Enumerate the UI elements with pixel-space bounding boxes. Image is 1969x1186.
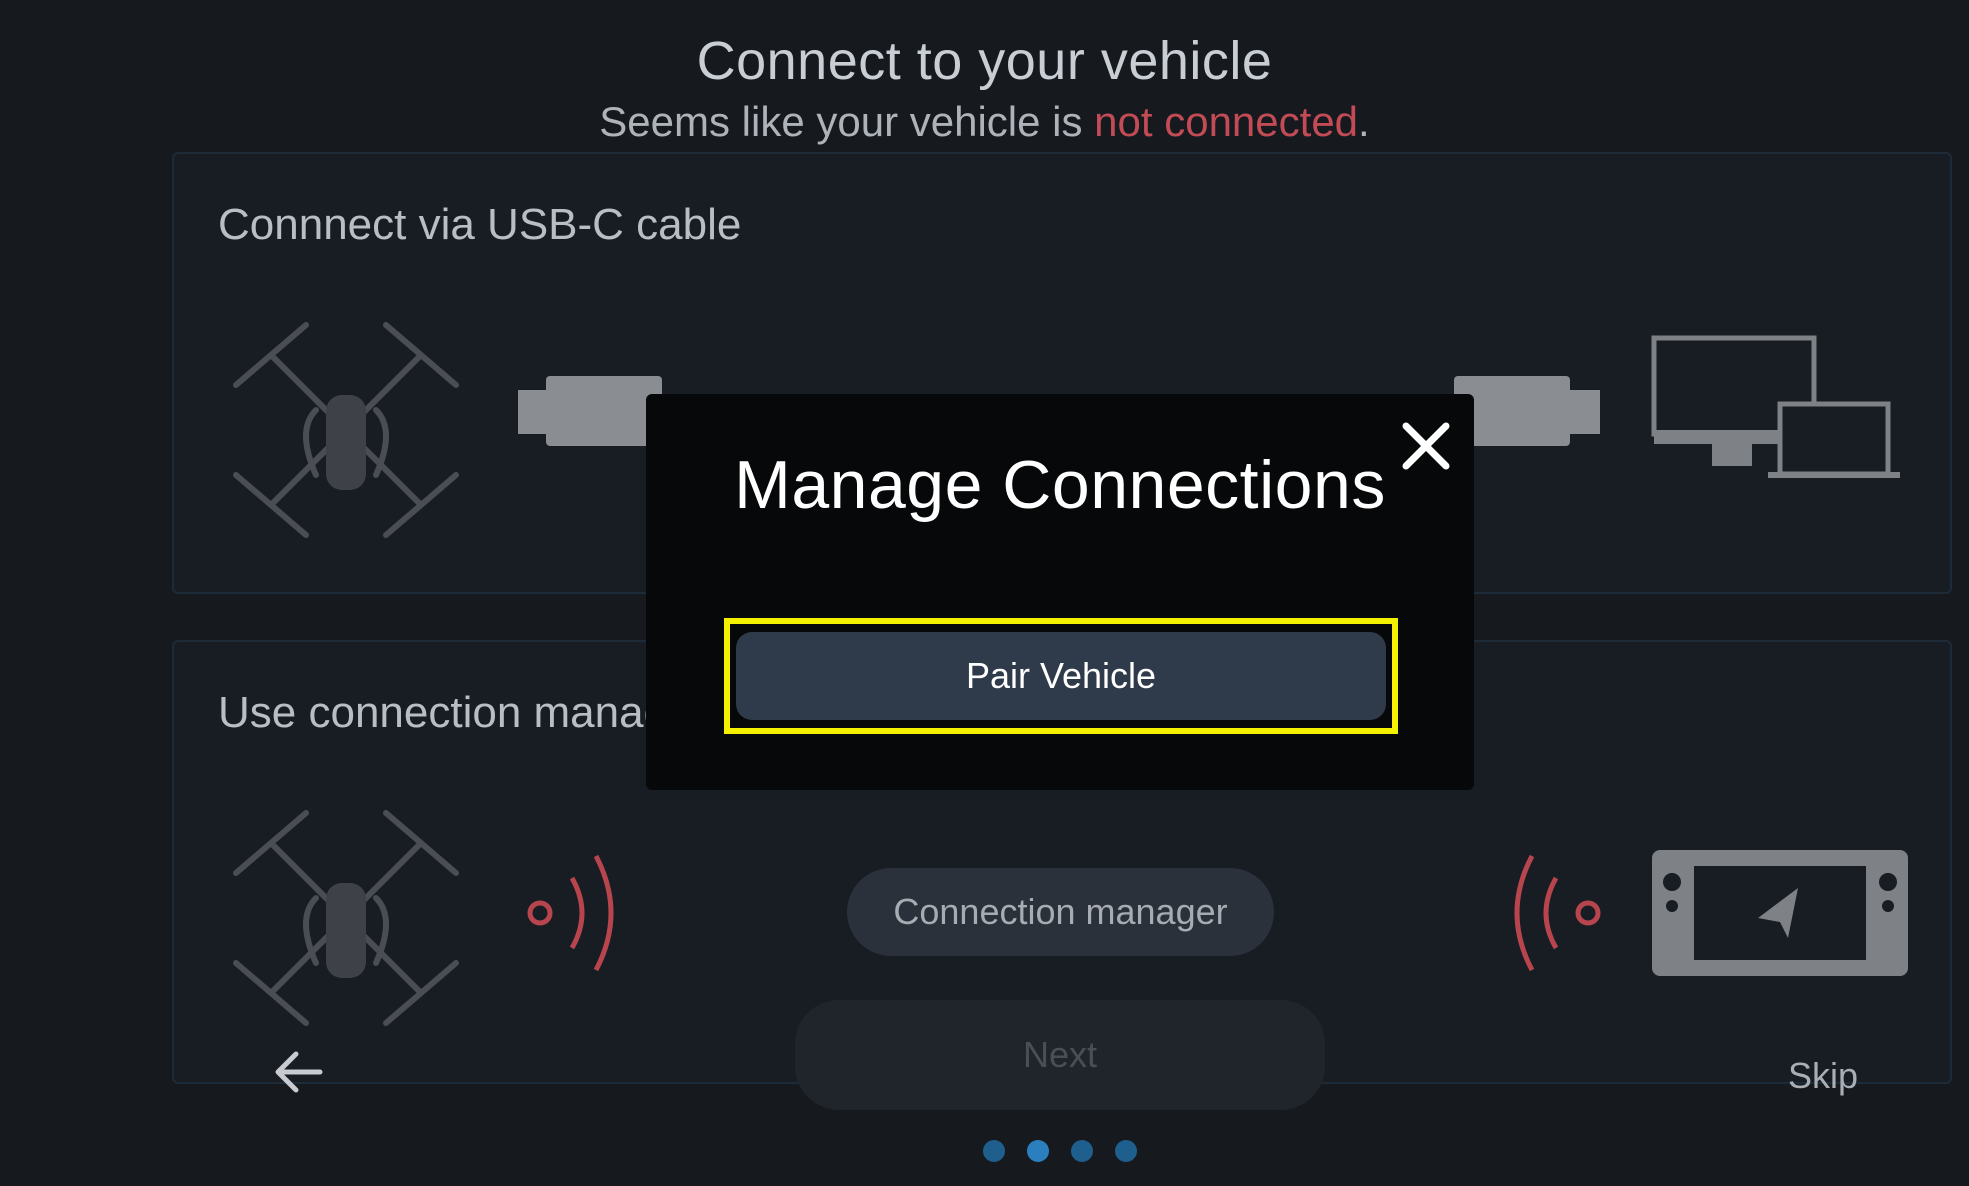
connection-manager-button[interactable]: Connection manager	[847, 868, 1274, 956]
usb-card-label: Connnect via USB-C cable	[218, 200, 742, 249]
pagination-dot	[1115, 1140, 1137, 1162]
usb-plug-icon	[518, 390, 548, 434]
pair-vehicle-button[interactable]: Pair Vehicle	[736, 632, 1386, 720]
close-icon[interactable]	[1396, 416, 1456, 476]
page-title: Connect to your vehicle	[696, 31, 1273, 91]
skip-button[interactable]: Skip	[1788, 1055, 1858, 1097]
drone-icon	[233, 810, 459, 1026]
dialog-title: Manage Connections	[734, 447, 1386, 523]
usb-plug-icon	[1568, 390, 1600, 434]
connection-status: not connected	[1094, 98, 1359, 145]
manage-connections-dialog: Manage Connections Pair Vehicle	[646, 394, 1474, 790]
subtitle-suffix: .	[1358, 98, 1370, 145]
back-arrow-icon[interactable]	[272, 1050, 324, 1094]
signal-icon	[1514, 854, 1601, 972]
monitor-laptop-icon	[1651, 335, 1900, 478]
usb-plug-icon	[546, 376, 662, 446]
next-button[interactable]: Next	[795, 1000, 1325, 1110]
remote-controller-icon	[1652, 850, 1908, 976]
page-subtitle: Seems like your vehicle is not connected…	[0, 98, 1969, 146]
pagination-dot-active	[1027, 1140, 1049, 1162]
pagination-dot	[1071, 1140, 1093, 1162]
manager-card-label: Use connection manager	[218, 688, 708, 737]
subtitle-prefix: Seems like your vehicle is	[599, 98, 1095, 145]
signal-icon	[527, 854, 614, 972]
drone-icon	[233, 322, 459, 538]
pagination-dot	[983, 1140, 1005, 1162]
